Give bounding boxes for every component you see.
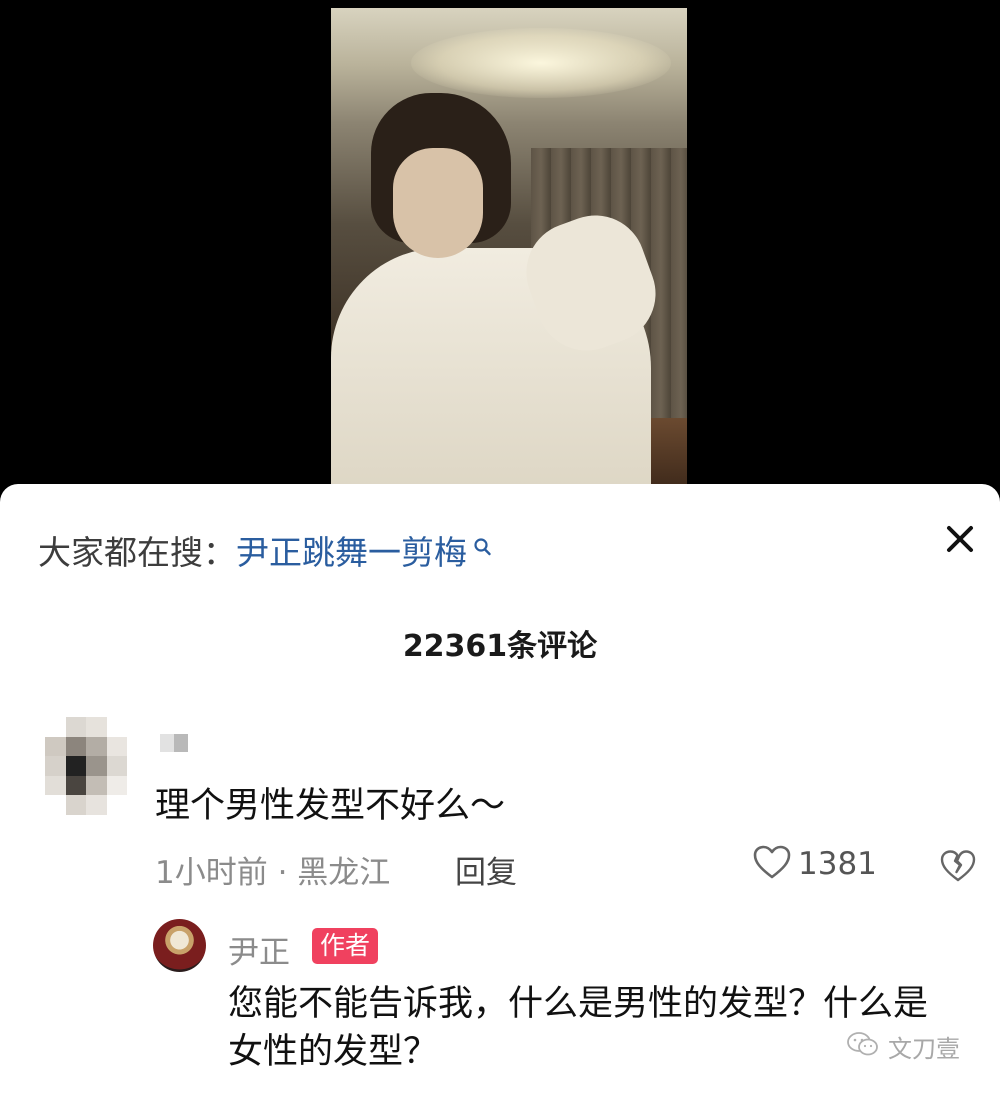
- watermark: 文刀壹: [846, 1029, 960, 1064]
- avatar[interactable]: [45, 717, 127, 815]
- reply-button[interactable]: 回复: [455, 847, 517, 892]
- ceiling-light: [411, 28, 671, 98]
- username-redacted[interactable]: [160, 734, 188, 752]
- author-avatar[interactable]: [153, 919, 206, 972]
- trending-search-row[interactable]: 大家都在搜：尹正跳舞一剪梅: [38, 526, 493, 574]
- close-icon[interactable]: [940, 519, 980, 559]
- video-player-area[interactable]: [0, 0, 1000, 500]
- wechat-icon: [846, 1031, 880, 1063]
- comment-count-title: 22361条评论: [402, 629, 598, 664]
- video-frame[interactable]: [331, 8, 687, 488]
- watermark-text: 文刀壹: [888, 1035, 960, 1063]
- like-count: 1381: [798, 846, 877, 882]
- comment-time-location: 1小时前 · 黑龙江: [155, 855, 391, 891]
- author-badge: 作者: [312, 928, 379, 964]
- comment-text: 理个男性发型不好么～: [155, 786, 506, 826]
- search-icon[interactable]: [473, 528, 493, 567]
- trending-search-link[interactable]: 尹正跳舞一剪梅: [236, 533, 467, 572]
- broken-heart-icon[interactable]: [940, 849, 976, 883]
- heart-icon[interactable]: [752, 844, 792, 884]
- like-button[interactable]: 1381: [752, 844, 877, 884]
- person-face: [393, 148, 483, 258]
- author-username[interactable]: 尹正: [228, 927, 290, 972]
- trending-search-prefix: 大家都在搜：: [38, 533, 236, 572]
- comment-sheet: 大家都在搜：尹正跳舞一剪梅 22361条评论 理个男性发型不好么～ 1小时前 ·…: [0, 484, 1000, 1094]
